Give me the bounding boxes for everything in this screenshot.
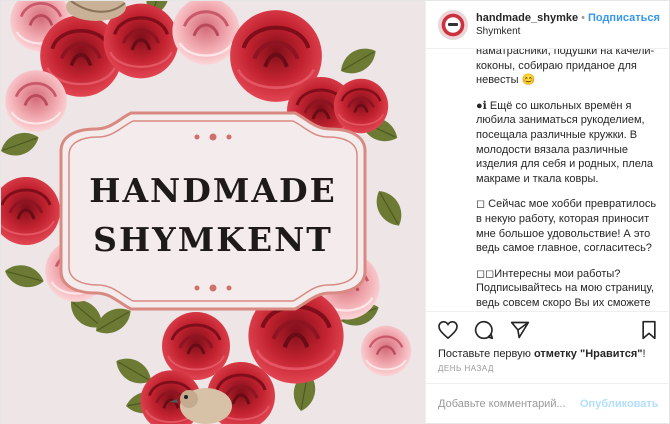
- action-bar: [426, 311, 670, 347]
- location-link[interactable]: Shymkent: [476, 25, 660, 39]
- caption-paragraph: ◻◻Интересны мои работы? Подписывайтесь н…: [476, 267, 654, 309]
- instagram-post: HANDMADE SHYMKENT handmade_shymke • Подпис…: [0, 0, 670, 424]
- avatar[interactable]: [438, 9, 468, 40]
- rose-frame-illustration: [1, 1, 413, 424]
- post-side-panel: handmade_shymke • Подписаться Shymkent нам…: [425, 1, 670, 423]
- caption-text: наматрасники, подушки на качели-коконы, …: [426, 49, 670, 311]
- share-icon[interactable]: [508, 318, 532, 342]
- post-header: handmade_shymke • Подписаться Shymkent: [426, 1, 670, 49]
- follow-button[interactable]: Подписаться: [588, 12, 660, 24]
- post-image[interactable]: HANDMADE SHYMKENT: [1, 1, 425, 424]
- caption-paragraph: наматрасники, подушки на качели-коконы, …: [476, 49, 655, 87]
- post-timestamp[interactable]: День назад: [426, 361, 670, 383]
- like-link[interactable]: отметку "Нравится": [534, 348, 643, 360]
- comment-bar: Опубликовать: [426, 383, 670, 423]
- brand-title-line2: SHYMKENT: [93, 220, 333, 259]
- caption-paragraph: ◻ Сейчас мое хобби превратилось в некую …: [476, 198, 657, 255]
- comment-icon[interactable]: [472, 318, 496, 342]
- likes-prefix: Поставьте первую: [438, 348, 534, 360]
- separator-dot: •: [581, 11, 585, 24]
- caption-paragraph: ●ℹ Ещё со школьных времён я любила заним…: [476, 99, 653, 185]
- likes-suffix: !: [642, 348, 646, 360]
- heart-icon[interactable]: [436, 318, 460, 342]
- username-link[interactable]: handmade_shymke: [476, 12, 578, 24]
- comment-input[interactable]: [438, 397, 580, 410]
- bookmark-icon[interactable]: [637, 318, 661, 342]
- brand-title-line1: HANDMADE: [89, 171, 337, 210]
- likes-text: Поставьте первую отметку "Нравится"!: [426, 347, 670, 361]
- user-info: handmade_shymke • Подписаться Shymkent: [476, 11, 660, 39]
- publish-button[interactable]: Опубликовать: [580, 398, 659, 410]
